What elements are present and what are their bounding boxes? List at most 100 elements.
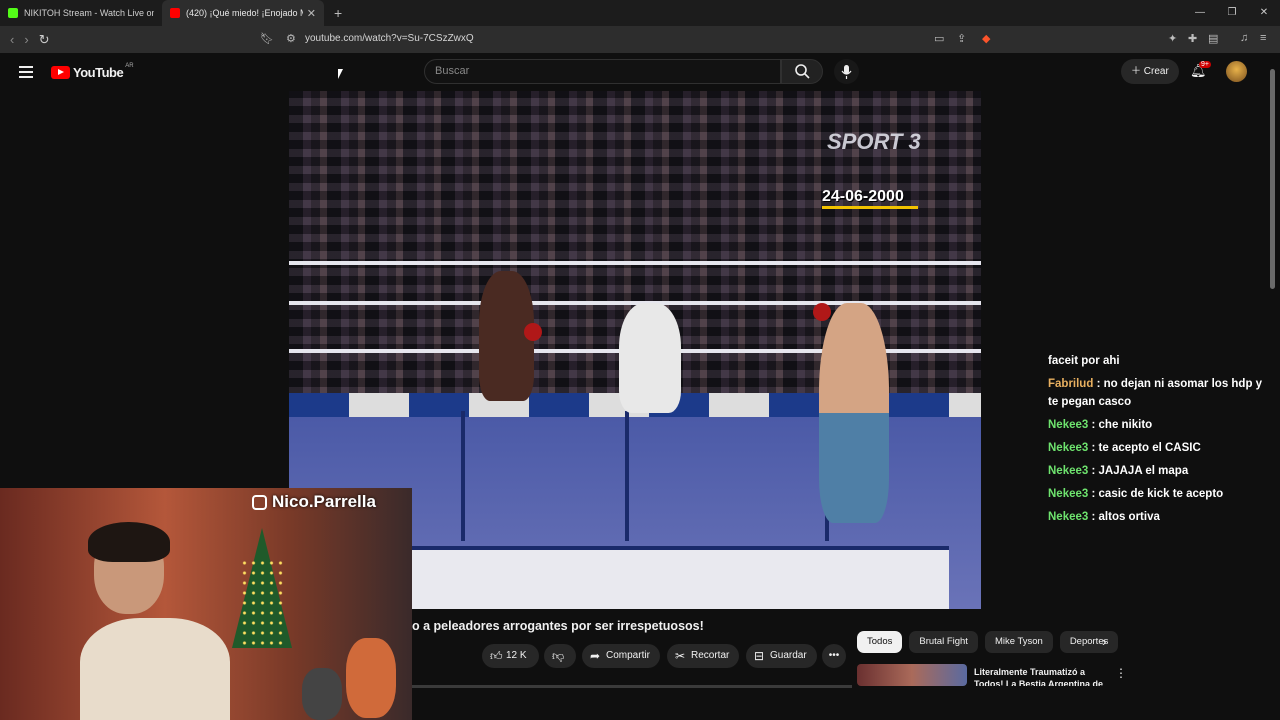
chat-user: Nekee3 <box>1048 511 1089 523</box>
ring-rope <box>289 261 981 265</box>
chip-todos[interactable]: Todos <box>857 631 903 653</box>
tab-youtube-video[interactable]: (420) ¡Qué miedo! ¡Enojado M ✕ <box>162 0 324 26</box>
instagram-handle-tag: Nico.Parrella <box>252 492 376 512</box>
chat-user: Nekee3 <box>1048 465 1089 477</box>
dislike-button[interactable]: 👎︎ <box>544 644 576 668</box>
chat-text: : JAJAJA el mapa <box>1091 465 1189 477</box>
cast-icon[interactable]: ▭ <box>934 32 944 45</box>
new-tab-button[interactable]: + <box>334 5 342 21</box>
extension-icon[interactable]: ✦ <box>1168 32 1177 45</box>
share-page-icon[interactable]: ⇪ <box>957 32 966 45</box>
window-controls: — ❐ ✕ <box>1184 0 1280 26</box>
chip-deportes[interactable]: Deportes <box>1059 631 1119 653</box>
search-button[interactable] <box>781 59 823 84</box>
ring-post <box>461 411 465 541</box>
notification-count-badge: 9+ <box>1199 61 1211 68</box>
like-count: 12 K <box>506 650 527 661</box>
tab-kick-stream[interactable]: NIKITOH Stream - Watch Live on Kick <box>0 0 162 26</box>
chat-text: faceit por ahi <box>1048 355 1120 367</box>
create-label: Crear <box>1143 66 1169 77</box>
ring-post <box>625 411 629 541</box>
streamer-hair <box>88 522 170 562</box>
description-edge <box>412 685 852 688</box>
scrollbar-thumb[interactable] <box>1270 69 1275 289</box>
clip-button[interactable]: ✂ Recortar <box>667 644 740 668</box>
site-info-icon[interactable]: ⚙︎ <box>286 32 296 45</box>
channel-watermark: SPORT 3 <box>827 129 921 154</box>
save-button[interactable]: ⊟ Guardar <box>746 644 817 668</box>
hamburger-menu-icon[interactable] <box>19 66 33 81</box>
chat-message: Nekee3 : altos ortiva <box>1048 508 1270 526</box>
chat-message: Fabrilud : no dejan ni asomar los hdp y … <box>1048 375 1270 411</box>
share-button[interactable]: ➦ Compartir <box>582 644 660 668</box>
chat-message: faceit por ahi <box>1048 352 1270 370</box>
mouse-cursor-icon <box>338 69 343 79</box>
plus-icon: ＋ <box>1131 66 1144 77</box>
video-actions-bar: 👍︎ 12 K 👎︎ ➦ Compartir ✂ Recortar ⊟ Guardar … <box>412 644 852 668</box>
youtube-icon <box>170 8 180 18</box>
media-icon[interactable]: ♫ <box>1240 32 1248 44</box>
url-field[interactable]: youtube.com/watch?v=Su-7CSzZwxQ <box>305 33 474 44</box>
streamer-shirt <box>80 618 230 720</box>
related-filter-chips: Todos Brutal Fight Mike Tyson Deportes <box>857 631 1125 653</box>
stream-chat-overlay: faceit por ahi Fabrilud : no dejan ni as… <box>1048 352 1270 531</box>
youtube-header: YouTube AR Buscar ＋ Crear 🔔︎ 9+ <box>0 53 1280 91</box>
minimize-icon[interactable]: — <box>1184 0 1216 26</box>
back-icon[interactable]: ‹ <box>10 32 14 47</box>
tab-title: NIKITOH Stream - Watch Live on Kick <box>24 8 154 18</box>
chip-brutal-fight[interactable]: Brutal Fight <box>909 631 978 653</box>
search-input[interactable]: Buscar <box>424 59 781 84</box>
chip-mike-tyson[interactable]: Mike Tyson <box>984 631 1053 653</box>
create-button[interactable]: ＋ Crear <box>1121 59 1179 84</box>
recommended-thumbnail[interactable] <box>857 664 967 686</box>
account-avatar[interactable] <box>1226 61 1247 82</box>
video-title: o a peleadores arrogantes por ser irresp… <box>412 619 704 633</box>
anime-figure <box>346 638 396 718</box>
page-scrollbar[interactable] <box>1269 55 1276 685</box>
recommended-video[interactable]: Literalmente Traumatizó a Todos! La Best… <box>857 664 1117 686</box>
chat-message: Nekee3 : che nikito <box>1048 416 1270 434</box>
search-icon <box>795 64 810 79</box>
close-tab-icon[interactable]: ✕ <box>307 7 316 20</box>
sidebar-icon[interactable]: ▤ <box>1208 32 1218 45</box>
boxer-right <box>819 303 889 523</box>
date-underline <box>822 206 918 209</box>
menu-icon[interactable]: ≡ <box>1260 32 1266 44</box>
chat-text: : che nikito <box>1091 419 1153 431</box>
streamer <box>80 522 230 720</box>
more-actions-button[interactable]: ••• <box>822 644 846 668</box>
address-bar: ‹ › ↻ 🔖︎ ⚙︎ youtube.com/watch?v=Su-7CSzZ… <box>0 26 1280 53</box>
save-label: Guardar <box>770 650 807 661</box>
instagram-icon <box>252 494 267 510</box>
thumbs-up-icon: 👍︎ <box>490 649 503 663</box>
recommended-title[interactable]: Literalmente Traumatizó a Todos! La Best… <box>974 666 1104 686</box>
bookmark-icon[interactable]: 🔖︎ <box>260 32 274 45</box>
tree-lights <box>240 558 284 648</box>
forward-icon[interactable]: › <box>24 32 28 47</box>
chat-user: Nekee3 <box>1048 488 1089 500</box>
glove-left <box>524 323 542 341</box>
studio-microphone <box>302 668 342 720</box>
recommendation-menu-icon[interactable]: ⋮ <box>1115 666 1127 680</box>
share-arrow-icon: ➦ <box>590 649 601 663</box>
browser-tab-strip: NIKITOH Stream - Watch Live on Kick (420… <box>0 0 1280 26</box>
voice-search-button[interactable] <box>834 59 859 84</box>
share-label: Compartir <box>606 650 650 661</box>
microphone-icon <box>841 65 852 79</box>
close-window-icon[interactable]: ✕ <box>1248 0 1280 26</box>
restore-icon[interactable]: ❐ <box>1216 0 1248 26</box>
youtube-wordmark: YouTube <box>73 65 124 80</box>
brave-shield-icon[interactable]: ◆ <box>982 32 990 45</box>
ring-floor-sign <box>329 546 949 609</box>
chat-message: Nekee3 : te acepto el CASIC <box>1048 439 1270 457</box>
kick-icon <box>8 8 18 18</box>
like-button[interactable]: 👍︎ 12 K <box>482 644 539 668</box>
glove-right <box>813 303 831 321</box>
referee <box>619 303 681 413</box>
reload-icon[interactable]: ↻ <box>39 32 50 48</box>
chevron-right-icon[interactable]: › <box>1102 634 1106 649</box>
puzzle-icon[interactable]: ✚ <box>1188 32 1197 45</box>
thumbs-down-icon: 👎︎ <box>552 649 565 663</box>
youtube-logo[interactable]: YouTube AR <box>51 63 134 80</box>
chat-message: Nekee3 : casic de kick te acepto <box>1048 485 1270 503</box>
